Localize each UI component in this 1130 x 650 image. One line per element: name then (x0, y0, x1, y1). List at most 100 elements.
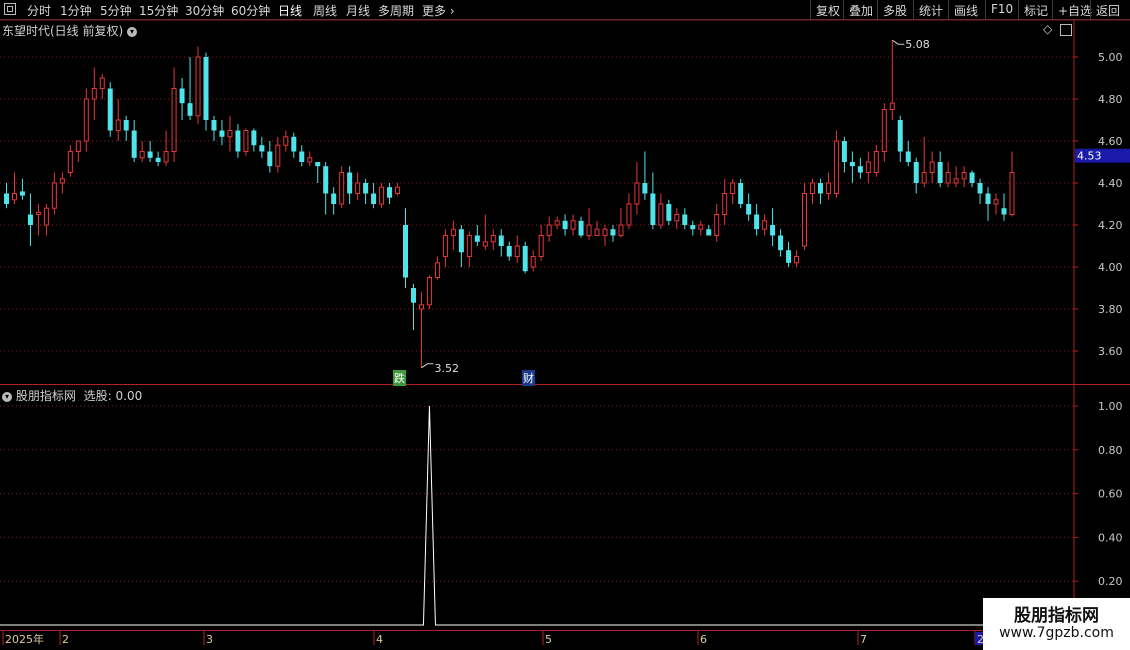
candle-body (51, 182, 57, 209)
candle-body (849, 162, 855, 167)
watermark: 股朋指标网 www.7gpzb.com (983, 598, 1130, 650)
chevron-down-icon[interactable]: ▾ (127, 26, 138, 37)
candle-body (4, 193, 9, 204)
candle-body (171, 88, 177, 152)
candle-body (195, 56, 201, 117)
candle-body (379, 186, 385, 205)
candle-body (698, 224, 704, 230)
candle-body (618, 224, 624, 236)
price-tick-label: 4.60 (1098, 135, 1123, 148)
price-tick-label: 3.60 (1098, 345, 1123, 358)
price-tick-label: 4.40 (1098, 177, 1123, 190)
candle-body (99, 77, 105, 89)
candle-body (602, 228, 608, 236)
candle-body (578, 220, 584, 236)
price-axis: 5.00 4.80 4.60 4.40 4.20 4.00 3.80 3.60 4.53 (1074, 51, 1130, 358)
candle-body (554, 220, 560, 226)
indicator-tick-label: 0.40 (1098, 531, 1123, 544)
candle-body (291, 136, 297, 152)
candle-body (666, 204, 672, 221)
date-label: 6 (700, 633, 707, 646)
candle-body (355, 182, 361, 194)
candle-body (251, 130, 257, 146)
candle-body (945, 172, 951, 184)
candle-body (243, 130, 249, 152)
candle-body (403, 225, 408, 278)
chevron-down-icon[interactable]: ▾ (2, 391, 12, 402)
candle-body (690, 225, 696, 230)
candle-body (969, 172, 975, 183)
candle-body (458, 229, 464, 253)
stock-title: 东望时代(日线 前复权) (2, 24, 124, 38)
indicator-value: 选股: 0.00 (83, 389, 143, 403)
low-price-label: 3.52 (434, 362, 459, 375)
candle-body (434, 262, 440, 278)
candle-body (833, 140, 839, 194)
candle-body (794, 256, 800, 264)
candle-body (610, 229, 616, 236)
date-axis: 2025年 2 3 4 5 6 7 2 (2, 631, 985, 646)
candle-body (762, 220, 768, 230)
candle-body (91, 88, 97, 100)
signal-badge-fall: 跌 (393, 370, 406, 386)
candle-body (522, 246, 528, 272)
high-price-label: 5.08 (905, 38, 930, 51)
candle-body (778, 235, 784, 251)
candle-body (897, 120, 903, 152)
candle-body (19, 191, 25, 196)
candle-body (809, 182, 815, 194)
watermark-url: www.7gpzb.com (999, 625, 1114, 641)
candle-body (450, 228, 456, 236)
candle-body (27, 214, 33, 225)
date-label: 5 (545, 633, 552, 646)
candle-body (913, 162, 919, 183)
candle-body (937, 162, 943, 183)
price-tick-label: 4.20 (1098, 219, 1123, 232)
candle-body (881, 109, 887, 152)
candle-body (227, 130, 233, 138)
watermark-title: 股朋指标网 (1014, 606, 1099, 626)
candle-body (67, 151, 73, 173)
candle-body (147, 151, 153, 158)
candle-body (163, 151, 169, 163)
candle-body (1009, 172, 1015, 215)
candle-body (730, 182, 736, 194)
chart-area: 5.08 3.52 5.00 4.80 4.60 4.40 4.20 4.00 3.80 3.6… (0, 19, 1130, 646)
diamond-icon[interactable]: ◇ (1043, 22, 1052, 36)
candle-body (714, 214, 720, 236)
candle-body (802, 193, 807, 247)
candle-body (442, 235, 448, 257)
candle-body (179, 88, 185, 104)
indicator-line (0, 405, 1012, 626)
candle-body (410, 288, 416, 303)
candle-body (59, 178, 65, 184)
candle-body (363, 183, 369, 194)
candle-body (315, 162, 321, 167)
candle-body (75, 140, 81, 152)
price-tick-label: 5.00 (1098, 51, 1123, 64)
window-icon[interactable] (1060, 23, 1073, 36)
candle-body (187, 103, 193, 116)
candle-body (865, 161, 871, 173)
price-tick-label: 4.80 (1098, 93, 1123, 106)
candle-body (594, 228, 600, 236)
candle-body (235, 130, 241, 152)
candle-body (634, 182, 640, 205)
signal-badge-finance: 财 (522, 370, 535, 386)
candle-body (993, 199, 999, 205)
candle-body (371, 193, 377, 204)
candle-body (873, 151, 879, 173)
candle-body (418, 304, 424, 310)
candle-body (299, 151, 305, 162)
candle-body (339, 172, 345, 205)
candle-body (11, 193, 17, 201)
candle-body (841, 141, 847, 162)
candle-body (562, 220, 568, 230)
candle-body (482, 241, 488, 247)
candle-body (961, 172, 967, 180)
candle-body (770, 225, 776, 236)
candle-body (395, 186, 401, 194)
candle-body (1001, 208, 1007, 215)
candle-body (857, 166, 863, 173)
candle-body (498, 235, 504, 246)
